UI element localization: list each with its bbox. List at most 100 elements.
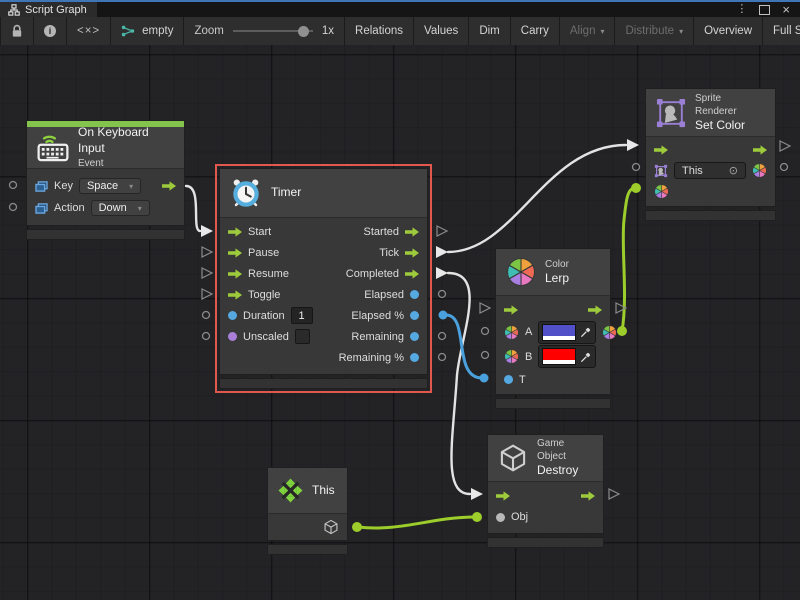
- graph-canvas[interactable]: On Keyboard Input Event Key Space ▾: [0, 45, 800, 600]
- destroy-exec-row[interactable]: [488, 485, 603, 506]
- color-input-port[interactable]: [504, 325, 519, 340]
- color-a-swatch[interactable]: [538, 321, 596, 344]
- port-duration-outer[interactable]: [203, 312, 210, 319]
- exec-output-port[interactable]: [405, 248, 419, 258]
- port-setcolor-color-connected[interactable]: [631, 183, 641, 193]
- port-action-outer[interactable]: [10, 204, 17, 211]
- exec-output-port[interactable]: [588, 305, 602, 315]
- exec-output-port[interactable]: [753, 145, 767, 155]
- timer-output-completed[interactable]: Completed: [331, 263, 427, 284]
- carry-button[interactable]: Carry: [511, 17, 560, 45]
- lerp-input-t[interactable]: T: [496, 369, 610, 390]
- port-setcolor-value-out-outer[interactable]: [781, 164, 788, 171]
- color-output-port[interactable]: [752, 163, 767, 178]
- exec-output-port[interactable]: [162, 181, 176, 191]
- value-input-port[interactable]: [228, 311, 237, 320]
- exec-input-port[interactable]: [228, 269, 242, 279]
- distribute-button[interactable]: Distribute ▾: [615, 17, 694, 45]
- port-remainingpct-outer[interactable]: [439, 354, 446, 361]
- timer-output-started[interactable]: Started: [331, 221, 427, 242]
- value-input-port[interactable]: [504, 375, 513, 384]
- port-toggle-outer[interactable]: [202, 289, 212, 299]
- color-input-port[interactable]: [654, 184, 669, 199]
- full-screen-button[interactable]: Full Screen: [763, 17, 800, 45]
- port-destroy-obj-connected[interactable]: [472, 512, 482, 522]
- align-button[interactable]: Align ▾: [560, 17, 616, 45]
- timer-output-remaining[interactable]: Remaining: [331, 326, 427, 347]
- port-key-outer[interactable]: [10, 182, 17, 189]
- timer-output-elapsed-pct[interactable]: Elapsed %: [331, 305, 427, 326]
- port-setcolor-exec-connected[interactable]: [627, 139, 639, 151]
- inspect-button[interactable]: i: [34, 17, 67, 45]
- port-this-out-connected[interactable]: [352, 522, 362, 532]
- value-input-port[interactable]: [228, 332, 237, 341]
- wire-timer-completed-to-destroy[interactable]: [448, 273, 470, 494]
- relations-button[interactable]: Relations: [345, 17, 414, 45]
- setcolor-color-row[interactable]: [646, 181, 775, 202]
- exec-input-port[interactable]: [496, 491, 510, 501]
- exec-output-port[interactable]: [581, 491, 595, 501]
- destroy-input-obj[interactable]: Obj: [488, 506, 603, 528]
- node-on-keyboard-input[interactable]: On Keyboard Input Event Key Space ▾: [26, 120, 185, 240]
- action-dropdown[interactable]: Down ▾: [91, 200, 150, 216]
- port-lerp-b-outer[interactable]: [482, 352, 489, 359]
- color-output-port[interactable]: [602, 325, 617, 340]
- value-output-port[interactable]: [410, 353, 419, 362]
- port-resume-outer[interactable]: [202, 268, 212, 278]
- tab-script-graph[interactable]: Script Graph: [0, 2, 97, 17]
- node-timer[interactable]: Timer Start Pause R: [219, 168, 428, 389]
- port-start-connected[interactable]: [201, 225, 213, 237]
- eyedropper-icon[interactable]: [580, 351, 592, 363]
- exec-input-port[interactable]: [228, 290, 242, 300]
- exec-input-port[interactable]: [228, 248, 242, 258]
- port-elapsed-outer[interactable]: [439, 291, 446, 298]
- zoom-slider-handle[interactable]: [298, 26, 309, 37]
- timer-input-start[interactable]: Start: [220, 221, 321, 242]
- exec-output-port[interactable]: [405, 269, 419, 279]
- object-picker-icon[interactable]: ⊙: [729, 164, 738, 177]
- setcolor-exec-row[interactable]: [646, 139, 775, 160]
- target-object-field[interactable]: This ⊙: [674, 162, 746, 179]
- port-started-outer[interactable]: [437, 226, 447, 236]
- node-this[interactable]: This: [267, 467, 348, 555]
- window-menu-icon[interactable]: ⋮: [736, 4, 747, 15]
- port-lerp-t-connected[interactable]: [480, 374, 489, 383]
- wire-keyboard-to-timer-start[interactable]: [186, 186, 200, 231]
- port-pause-outer[interactable]: [202, 247, 212, 257]
- value-output-port[interactable]: [410, 311, 419, 320]
- eyedropper-icon[interactable]: [580, 326, 592, 338]
- edit-script-button[interactable]: <×>: [67, 17, 111, 45]
- port-completed-connected[interactable]: [436, 267, 448, 279]
- setcolor-target-row[interactable]: This ⊙: [646, 160, 775, 181]
- node-set-color[interactable]: Sprite Renderer Set Color This ⊙: [645, 88, 776, 221]
- color-input-port[interactable]: [504, 349, 519, 364]
- graph-breadcrumb[interactable]: empty: [111, 17, 184, 45]
- port-setcolor-exec-out-outer[interactable]: [780, 141, 790, 151]
- unscaled-checkbox[interactable]: [295, 329, 310, 344]
- close-icon[interactable]: ×: [782, 3, 790, 16]
- wire-timer-elapsedpct-to-lerp-t[interactable]: [446, 315, 482, 378]
- exec-output-port[interactable]: [405, 227, 419, 237]
- port-setcolor-target-outer[interactable]: [633, 164, 640, 171]
- timer-output-tick[interactable]: Tick: [331, 242, 427, 263]
- game-object-output-port[interactable]: [323, 519, 339, 535]
- color-b-swatch[interactable]: [538, 345, 596, 368]
- port-elapsedpct-connected[interactable]: [439, 311, 448, 320]
- node-destroy[interactable]: Game Object Destroy Obj: [487, 434, 604, 548]
- port-lerp-exec-outer[interactable]: [480, 303, 490, 313]
- timer-input-toggle[interactable]: Toggle: [220, 284, 321, 305]
- timer-output-elapsed[interactable]: Elapsed: [331, 284, 427, 305]
- key-dropdown[interactable]: Space ▾: [79, 178, 141, 194]
- object-input-port[interactable]: [496, 513, 505, 522]
- exec-input-port[interactable]: [228, 227, 242, 237]
- port-lerp-color-connected[interactable]: [617, 326, 627, 336]
- value-output-port[interactable]: [410, 332, 419, 341]
- values-button[interactable]: Values: [414, 17, 469, 45]
- timer-input-duration[interactable]: Duration 1: [220, 305, 321, 326]
- timer-input-unscaled[interactable]: Unscaled: [220, 326, 321, 347]
- dim-button[interactable]: Dim: [469, 17, 510, 45]
- lerp-exec-row[interactable]: [496, 299, 610, 320]
- wire-this-to-destroy-obj[interactable]: [358, 517, 475, 528]
- port-destroy-exec-out-outer[interactable]: [609, 489, 619, 499]
- timer-output-remaining-pct[interactable]: Remaining %: [331, 347, 427, 368]
